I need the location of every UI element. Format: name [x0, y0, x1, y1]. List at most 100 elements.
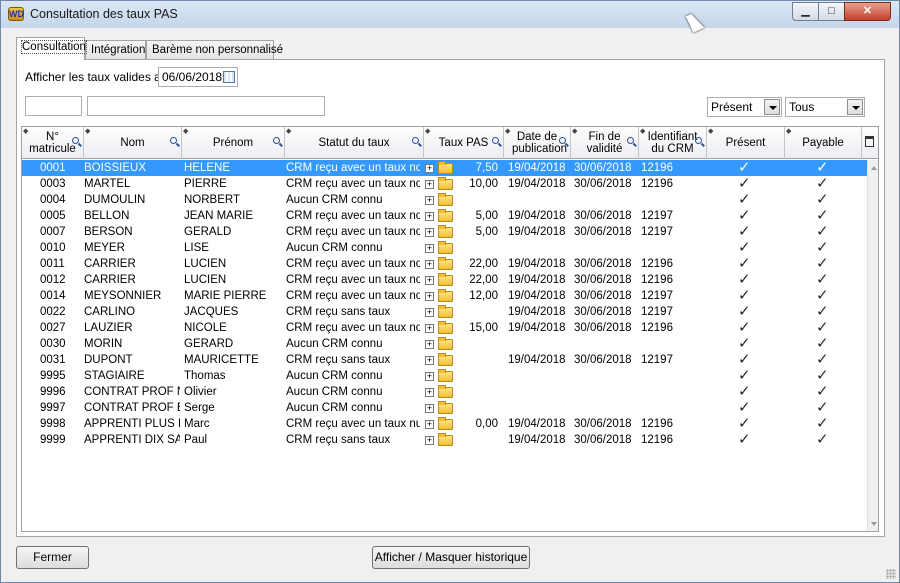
- present-check-icon[interactable]: ✓: [738, 352, 751, 368]
- expand-icon[interactable]: +: [425, 244, 434, 253]
- scroll-up-icon[interactable]: [871, 166, 877, 170]
- payable-check-icon[interactable]: ✓: [816, 160, 829, 176]
- search-icon[interactable]: [492, 137, 499, 144]
- payable-check-icon[interactable]: ✓: [816, 176, 829, 192]
- expand-icon[interactable]: +: [425, 212, 434, 221]
- present-check-icon[interactable]: ✓: [738, 368, 751, 384]
- col-matricule[interactable]: ◆ N° matricule: [22, 127, 84, 159]
- present-check-icon[interactable]: ✓: [738, 432, 751, 448]
- folder-icon[interactable]: [438, 209, 453, 222]
- folder-icon[interactable]: [438, 401, 453, 414]
- folder-icon[interactable]: [438, 241, 453, 254]
- tab-bareme[interactable]: Barème non personnalisé: [146, 40, 283, 59]
- folder-icon[interactable]: [438, 353, 453, 366]
- expand-icon[interactable]: +: [425, 260, 434, 269]
- payable-select[interactable]: Tous: [785, 97, 865, 117]
- table-row[interactable]: 9995 STAGIAIRE Thomas Aucun CRM connu + ✓ ✓: [22, 368, 867, 384]
- vertical-scrollbar[interactable]: [867, 160, 878, 531]
- search-icon[interactable]: [72, 137, 79, 144]
- payable-check-icon[interactable]: ✓: [816, 256, 829, 272]
- table-row[interactable]: 9996 CONTRAT PROF N Olivier Aucun CRM connu…: [22, 384, 867, 400]
- folder-icon[interactable]: [438, 321, 453, 334]
- col-prenom[interactable]: ◆ Prénom: [182, 127, 285, 159]
- present-check-icon[interactable]: ✓: [738, 272, 751, 288]
- folder-icon[interactable]: [438, 273, 453, 286]
- col-fin-validite[interactable]: ◆ Fin de validité: [571, 127, 639, 159]
- present-select[interactable]: Présent: [707, 97, 782, 117]
- payable-check-icon[interactable]: ✓: [816, 384, 829, 400]
- folder-icon[interactable]: [438, 385, 453, 398]
- date-field[interactable]: 06/06/2018: [158, 67, 238, 87]
- close-window-button[interactable]: ✕: [844, 2, 891, 21]
- present-check-icon[interactable]: ✓: [738, 336, 751, 352]
- maximize-button[interactable]: □: [818, 2, 845, 21]
- search-icon[interactable]: [412, 137, 419, 144]
- payable-check-icon[interactable]: ✓: [816, 320, 829, 336]
- payable-check-icon[interactable]: ✓: [816, 272, 829, 288]
- expand-icon[interactable]: +: [425, 228, 434, 237]
- present-check-icon[interactable]: ✓: [738, 160, 751, 176]
- search-icon[interactable]: [170, 137, 177, 144]
- col-identifiant-crm[interactable]: ◆ Identifiant du CRM: [639, 127, 707, 159]
- present-check-icon[interactable]: ✓: [738, 176, 751, 192]
- table-row[interactable]: 9998 APPRENTI PLUS D Marc CRM reçu avec un …: [22, 416, 867, 432]
- expand-icon[interactable]: +: [425, 196, 434, 205]
- expand-icon[interactable]: +: [425, 276, 434, 285]
- folder-icon[interactable]: [438, 177, 453, 190]
- expand-icon[interactable]: +: [425, 292, 434, 301]
- tab-consultation[interactable]: Consultation: [16, 37, 87, 60]
- table-row[interactable]: 0030 MORIN GERARD Aucun CRM connu + ✓ ✓: [22, 336, 867, 352]
- col-present[interactable]: ◆ Présent: [707, 127, 785, 159]
- folder-icon[interactable]: [438, 417, 453, 430]
- chevron-down-icon[interactable]: [847, 99, 863, 115]
- folder-icon[interactable]: [438, 225, 453, 238]
- table-row[interactable]: 0014 MEYSONNIER MARIE PIERRE CRM reçu avec …: [22, 288, 867, 304]
- present-check-icon[interactable]: ✓: [738, 400, 751, 416]
- expand-icon[interactable]: +: [425, 180, 434, 189]
- table-row[interactable]: 0001 BOISSIEUX HELENE CRM reçu avec un taux…: [22, 160, 867, 176]
- scroll-down-icon[interactable]: [871, 522, 877, 526]
- folder-icon[interactable]: [438, 193, 453, 206]
- present-check-icon[interactable]: ✓: [738, 192, 751, 208]
- minimize-button[interactable]: ▁: [792, 2, 819, 21]
- table-row[interactable]: 0003 MARTEL PIERRE CRM reçu avec un taux no…: [22, 176, 867, 192]
- search-icon[interactable]: [273, 137, 280, 144]
- toggle-history-button[interactable]: Afficher / Masquer historique: [372, 546, 530, 569]
- table-row[interactable]: 0004 DUMOULIN NORBERT Aucun CRM connu + ✓ ✓: [22, 192, 867, 208]
- tab-integration[interactable]: Intégration: [85, 40, 146, 59]
- present-check-icon[interactable]: ✓: [738, 208, 751, 224]
- folder-icon[interactable]: [438, 161, 453, 174]
- expand-icon[interactable]: +: [425, 356, 434, 365]
- payable-check-icon[interactable]: ✓: [816, 240, 829, 256]
- name-filter-input[interactable]: [87, 96, 325, 116]
- payable-check-icon[interactable]: ✓: [816, 304, 829, 320]
- folder-icon[interactable]: [438, 257, 453, 270]
- search-icon[interactable]: [559, 137, 566, 144]
- matricule-filter-input[interactable]: [25, 96, 82, 116]
- expand-icon[interactable]: +: [425, 420, 434, 429]
- table-row[interactable]: 0005 BELLON JEAN MARIE CRM reçu avec un tau…: [22, 208, 867, 224]
- folder-icon[interactable]: [438, 289, 453, 302]
- folder-icon[interactable]: [438, 433, 453, 446]
- table-row[interactable]: 0031 DUPONT MAURICETTE CRM reçu sans taux 19…: [22, 352, 867, 368]
- table-row[interactable]: 9999 APPRENTI DIX SAI Paul CRM reçu sans ta…: [22, 432, 867, 448]
- payable-check-icon[interactable]: ✓: [816, 208, 829, 224]
- payable-check-icon[interactable]: ✓: [816, 192, 829, 208]
- expand-icon[interactable]: +: [425, 404, 434, 413]
- table-row[interactable]: 0027 LAUZIER NICOLE CRM reçu avec un taux n…: [22, 320, 867, 336]
- present-check-icon[interactable]: ✓: [738, 240, 751, 256]
- table-row[interactable]: 0010 MEYER LISE Aucun CRM connu + ✓ ✓: [22, 240, 867, 256]
- table-row[interactable]: 9997 CONTRAT PROF E Serge Aucun CRM connu + ✓…: [22, 400, 867, 416]
- present-check-icon[interactable]: ✓: [738, 288, 751, 304]
- payable-check-icon[interactable]: ✓: [816, 368, 829, 384]
- chevron-down-icon[interactable]: [764, 99, 780, 115]
- present-check-icon[interactable]: ✓: [738, 304, 751, 320]
- calendar-icon[interactable]: [223, 71, 235, 83]
- expand-icon[interactable]: +: [425, 388, 434, 397]
- payable-check-icon[interactable]: ✓: [816, 400, 829, 416]
- expand-icon[interactable]: +: [425, 324, 434, 333]
- payable-check-icon[interactable]: ✓: [816, 336, 829, 352]
- expand-icon[interactable]: +: [425, 164, 434, 173]
- expand-icon[interactable]: +: [425, 340, 434, 349]
- col-taux[interactable]: ◆ Taux PAS: [424, 127, 504, 159]
